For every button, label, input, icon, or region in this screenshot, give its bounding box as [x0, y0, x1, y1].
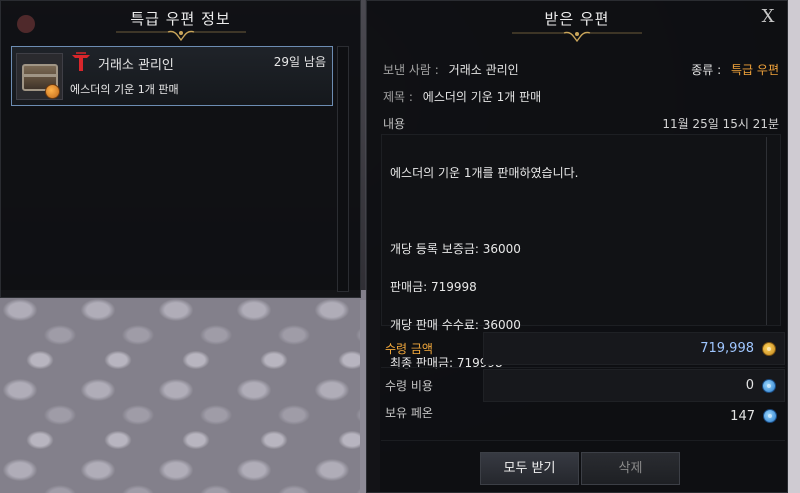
type-row: 종류 : 특급 우편: [691, 61, 779, 78]
subject-value: 에스더의 기운 1개 판매: [422, 90, 542, 104]
title-ornament-icon: [512, 31, 642, 43]
subject-row: 제목 : 에스더의 기운 1개 판매: [383, 88, 541, 105]
sender-value: 거래소 관리인: [448, 63, 519, 77]
pheon-icon: [762, 379, 776, 393]
world-edge: [788, 0, 800, 493]
divider: [381, 440, 785, 441]
divider: [381, 367, 785, 368]
mail-list-item[interactable]: 거래소 관리인 29일 남음 에스더의 기운 1개 판매: [11, 46, 333, 106]
receive-cost-value: 0: [745, 378, 754, 393]
subject-label: 제목 :: [383, 90, 413, 104]
title-ornament-icon: [115, 30, 246, 42]
mail-body-scrollbar[interactable]: [766, 137, 776, 325]
receive-amount-row: 수령 금액 719,998: [381, 332, 785, 365]
receive-cost-label: 수령 비용: [385, 379, 433, 393]
type-value: 특급 우편: [731, 63, 779, 77]
content-label: 내용: [383, 117, 406, 131]
owned-pheon-row: 보유 페온 147: [381, 398, 785, 431]
body-line: [390, 202, 760, 221]
close-button[interactable]: X: [759, 7, 777, 27]
gold-coin-icon: [762, 342, 776, 356]
receive-amount-box: 719,998: [483, 332, 785, 365]
body-line: 개당 등록 보증금: 36000: [390, 242, 521, 256]
treasure-chest-icon: [16, 53, 63, 100]
mail-subject: 에스더의 기운 1개 판매: [70, 83, 179, 96]
mail-list-scrollbar[interactable]: [337, 46, 349, 292]
sender-label: 보낸 사람 :: [383, 63, 439, 77]
sender-row: 보낸 사람 : 거래소 관리인: [383, 61, 519, 78]
mail-days-left: 29일 남음: [273, 55, 326, 69]
body-line: 에스더의 기운 1개를 판매하였습니다.: [390, 166, 579, 180]
owned-pheon-value: 147: [730, 409, 755, 424]
body-line: 판매금: 719998: [390, 280, 477, 294]
type-label: 종류 :: [691, 63, 722, 77]
delete-button[interactable]: 삭제: [581, 452, 680, 485]
receive-amount-value: 719,998: [700, 341, 754, 356]
mail-sender: 거래소 관리인: [98, 58, 174, 73]
sender-logo-icon: [72, 52, 90, 71]
received-mail-panel: 받은 우편 X 보낸 사람 : 거래소 관리인 종류 : 특급 우편 제목 : …: [366, 0, 788, 493]
pheon-icon: [763, 409, 777, 423]
mail-list: 거래소 관리인 29일 남음 에스더의 기운 1개 판매: [11, 46, 333, 292]
express-mail-info-panel: 특급 우편 정보 거래소 관리인 29일 남음 에스더의 기운 1개 판매: [0, 0, 361, 298]
mail-body: 에스더의 기운 1개를 판매하였습니다. 개당 등록 보증금: 36000 판매…: [381, 134, 781, 370]
owned-pheon-box: 147: [483, 398, 785, 431]
owned-pheon-label: 보유 페온: [385, 406, 433, 420]
receive-amount-label: 수령 금액: [385, 342, 433, 356]
cobblestone-ground: [0, 290, 370, 493]
mail-date: 11월 25일 15시 21분: [662, 117, 779, 131]
receive-all-button[interactable]: 모두 받기: [480, 452, 579, 485]
